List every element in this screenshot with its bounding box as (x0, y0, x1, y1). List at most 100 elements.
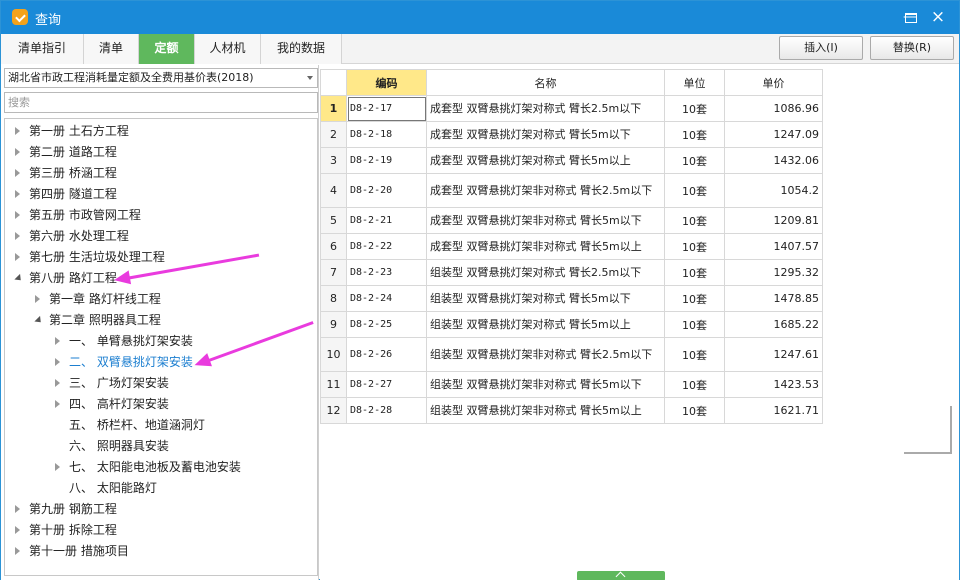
quota-code[interactable]: D8-2-18 (346, 121, 427, 148)
quota-price[interactable]: 1086.96 (724, 95, 823, 122)
insert-button[interactable]: 插入(I) (779, 36, 863, 60)
quota-unit[interactable]: 10套 (664, 207, 725, 234)
quota-code[interactable]: D8-2-19 (346, 147, 427, 174)
table-row[interactable]: 8 D8-2-24 组装型 双臂悬挑灯架对称式 臂长5m以下 10套 1478.85 (320, 285, 823, 312)
chevron-down-icon[interactable] (14, 273, 24, 284)
quota-unit[interactable]: 10套 (664, 173, 725, 208)
row-number: 5 (320, 207, 347, 234)
quota-name[interactable]: 成套型 双臂悬挑灯架对称式 臂长5m以下 (426, 121, 665, 148)
quota-unit[interactable]: 10套 (664, 147, 725, 174)
chevron-right-icon[interactable] (15, 211, 20, 219)
quota-unit[interactable]: 10套 (664, 121, 725, 148)
chevron-right-icon[interactable] (15, 526, 20, 534)
quota-code[interactable]: D8-2-20 (346, 173, 427, 208)
quota-library-select[interactable]: 湖北省市政工程消耗量定额及全费用基价表(2018) (4, 68, 318, 88)
chevron-right-icon[interactable] (15, 148, 20, 156)
column-header-unit[interactable]: 单位 (664, 69, 725, 96)
quota-price[interactable]: 1209.81 (724, 207, 823, 234)
quota-unit[interactable]: 10套 (664, 259, 725, 286)
table-row[interactable]: 12 D8-2-28 组装型 双臂悬挑灯架非对称式 臂长5m以上 10套 1621.71 (320, 397, 823, 424)
quota-code[interactable]: D8-2-22 (346, 233, 427, 260)
table-row[interactable]: 3 D8-2-19 成套型 双臂悬挑灯架对称式 臂长5m以上 10套 1432.06 (320, 147, 823, 174)
chevron-down-icon[interactable] (34, 315, 44, 326)
quota-name[interactable]: 组装型 双臂悬挑灯架对称式 臂长5m以上 (426, 311, 665, 338)
table-row[interactable]: 2 D8-2-18 成套型 双臂悬挑灯架对称式 臂长5m以下 10套 1247.09 (320, 121, 823, 148)
chevron-right-icon[interactable] (55, 337, 60, 345)
chevron-right-icon[interactable] (15, 169, 20, 177)
quota-name[interactable]: 成套型 双臂悬挑灯架非对称式 臂长5m以下 (426, 207, 665, 234)
app-icon (12, 9, 28, 25)
quota-price[interactable]: 1621.71 (724, 397, 823, 424)
quota-name[interactable]: 组装型 双臂悬挑灯架对称式 臂长5m以下 (426, 285, 665, 312)
chevron-right-icon[interactable] (55, 358, 60, 366)
quota-unit[interactable]: 10套 (664, 311, 725, 338)
quota-unit[interactable]: 10套 (664, 337, 725, 372)
chevron-right-icon[interactable] (55, 379, 60, 387)
quota-code[interactable]: D8-2-24 (346, 285, 427, 312)
chevron-right-icon[interactable] (55, 400, 60, 408)
table-row[interactable]: 4 D8-2-20 成套型 双臂悬挑灯架非对称式 臂长2.5m以下 10套 1054.2 (320, 173, 823, 208)
window-title: 查询 (35, 13, 62, 28)
chevron-right-icon[interactable] (15, 505, 20, 513)
panel-resize-handle[interactable] (904, 406, 952, 454)
quota-name[interactable]: 组装型 双臂悬挑灯架非对称式 臂长5m以下 (426, 371, 665, 398)
quota-code[interactable]: D8-2-25 (346, 311, 427, 338)
quota-price[interactable]: 1685.22 (724, 311, 823, 338)
table-row[interactable]: 9 D8-2-25 组装型 双臂悬挑灯架对称式 臂长5m以上 10套 1685.22 (320, 311, 823, 338)
tab-bill[interactable]: 清单 (84, 34, 139, 64)
quota-code[interactable]: D8-2-21 (346, 207, 427, 234)
quota-name[interactable]: 组装型 双臂悬挑灯架非对称式 臂长5m以上 (426, 397, 665, 424)
replace-button[interactable]: 替换(R) (870, 36, 954, 60)
quota-price[interactable]: 1423.53 (724, 371, 823, 398)
table-row[interactable]: 7 D8-2-23 组装型 双臂悬挑灯架对称式 臂长2.5m以下 10套 1295.32 (320, 259, 823, 286)
quota-price[interactable]: 1247.09 (724, 121, 823, 148)
quota-unit[interactable]: 10套 (664, 285, 725, 312)
tab-quota[interactable]: 定额 (139, 34, 195, 64)
chevron-right-icon[interactable] (15, 190, 20, 198)
chevron-right-icon[interactable] (55, 463, 60, 471)
quota-price[interactable]: 1247.61 (724, 337, 823, 372)
column-header-price[interactable]: 单价 (724, 69, 823, 96)
quota-price[interactable]: 1295.32 (724, 259, 823, 286)
quota-name[interactable]: 组装型 双臂悬挑灯架对称式 臂长2.5m以下 (426, 259, 665, 286)
chevron-right-icon[interactable] (15, 253, 20, 261)
quota-name[interactable]: 成套型 双臂悬挑灯架非对称式 臂长2.5m以下 (426, 173, 665, 208)
maximize-icon[interactable] (905, 13, 917, 23)
close-icon[interactable]: × (927, 7, 949, 27)
quota-code[interactable]: D8-2-28 (346, 397, 427, 424)
tab-bill-guide[interactable]: 清单指引 (1, 34, 84, 64)
quota-unit[interactable]: 10套 (664, 371, 725, 398)
table-row[interactable]: 5 D8-2-21 成套型 双臂悬挑灯架非对称式 臂长5m以下 10套 1209.81 (320, 207, 823, 234)
bottom-collapse-handle[interactable] (577, 571, 665, 580)
column-header-code[interactable]: 编码 (346, 69, 427, 96)
search-input[interactable]: 搜索 (4, 92, 318, 113)
quota-name[interactable]: 成套型 双臂悬挑灯架非对称式 臂长5m以上 (426, 233, 665, 260)
quota-price[interactable]: 1407.57 (724, 233, 823, 260)
quota-name[interactable]: 成套型 双臂悬挑灯架对称式 臂长2.5m以下 (426, 95, 665, 122)
table-row[interactable]: 1 D8-2-17 成套型 双臂悬挑灯架对称式 臂长2.5m以下 10套 1086.96 (320, 95, 823, 122)
table-row[interactable]: 11 D8-2-27 组装型 双臂悬挑灯架非对称式 臂长5m以下 10套 1423.53 (320, 371, 823, 398)
quota-code[interactable]: D8-2-23 (346, 259, 427, 286)
table-row[interactable]: 10 D8-2-26 组装型 双臂悬挑灯架非对称式 臂长2.5m以下 10套 1247.… (320, 337, 823, 372)
quota-unit[interactable]: 10套 (664, 397, 725, 424)
quota-price[interactable]: 1478.85 (724, 285, 823, 312)
quota-price[interactable]: 1432.06 (724, 147, 823, 174)
quota-unit[interactable]: 10套 (664, 95, 725, 122)
table-header-row: 编码 名称 单位 单价 (320, 69, 823, 96)
quota-code[interactable]: D8-2-26 (346, 337, 427, 372)
chevron-right-icon[interactable] (15, 127, 20, 135)
column-header-name[interactable]: 名称 (426, 69, 665, 96)
row-number: 9 (320, 311, 347, 338)
chevron-right-icon[interactable] (15, 232, 20, 240)
tab-my-data[interactable]: 我的数据 (261, 34, 342, 64)
quota-price[interactable]: 1054.2 (724, 173, 823, 208)
quota-name[interactable]: 组装型 双臂悬挑灯架非对称式 臂长2.5m以下 (426, 337, 665, 372)
chevron-right-icon[interactable] (35, 295, 40, 303)
chevron-right-icon[interactable] (15, 547, 20, 555)
table-row[interactable]: 6 D8-2-22 成套型 双臂悬挑灯架非对称式 臂长5m以上 10套 1407.57 (320, 233, 823, 260)
tab-labor-material-machine[interactable]: 人材机 (195, 34, 261, 64)
quota-code[interactable]: D8-2-17 (346, 95, 427, 122)
quota-name[interactable]: 成套型 双臂悬挑灯架对称式 臂长5m以上 (426, 147, 665, 174)
quota-unit[interactable]: 10套 (664, 233, 725, 260)
quota-code[interactable]: D8-2-27 (346, 371, 427, 398)
